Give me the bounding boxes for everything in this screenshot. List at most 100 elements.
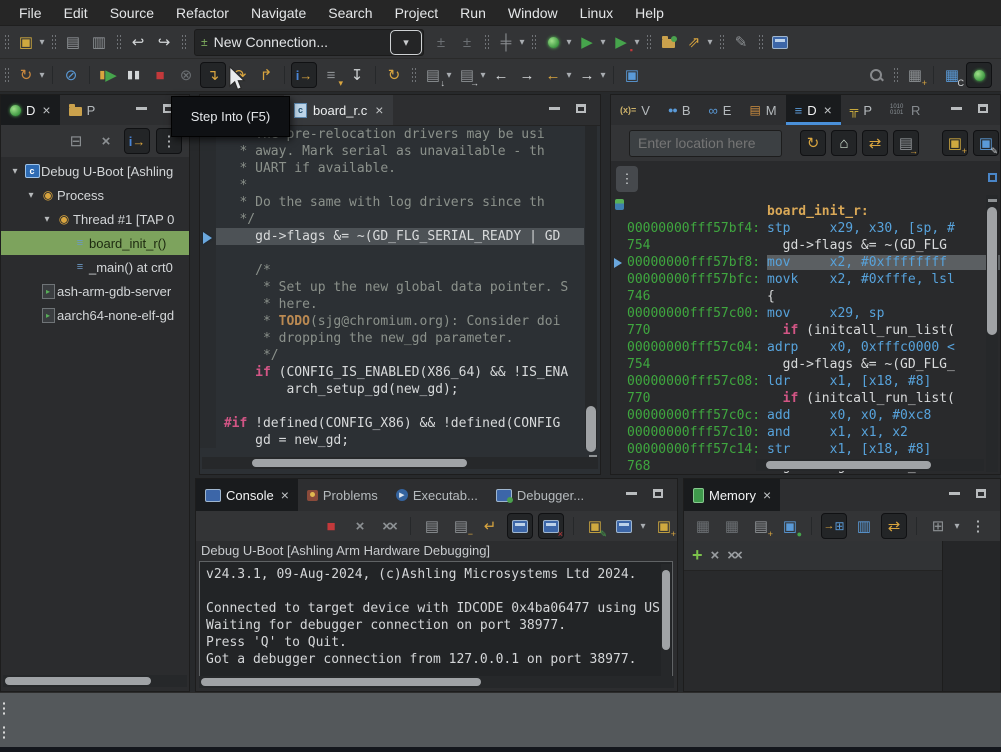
- chevron-down-icon[interactable]: ▾: [638, 521, 648, 532]
- editor-code-area[interactable]: * The pre-relocation drivers may be usi …: [216, 126, 584, 448]
- view-menu-button[interactable]: ⋮: [966, 514, 990, 538]
- scroll-thumb[interactable]: [252, 459, 467, 467]
- scroll-thumb[interactable]: [766, 461, 931, 469]
- instruction-stepping-view-toggle[interactable]: i→: [124, 128, 150, 154]
- right-tab-v[interactable]: (x)=V: [611, 95, 659, 125]
- display-selected-console-button[interactable]: [612, 514, 636, 538]
- disassembly-hscrollbar[interactable]: [756, 459, 984, 471]
- chevron-down-icon[interactable]: ▾: [478, 70, 488, 81]
- step-return-button[interactable]: ↱: [254, 63, 278, 87]
- terminate-button[interactable]: ■: [319, 514, 343, 538]
- disassembly-label-row[interactable]: board_init_r:: [611, 203, 1000, 220]
- minimize-icon[interactable]: [988, 199, 997, 202]
- skip-all-breakpoints-button[interactable]: ⊘: [59, 63, 83, 87]
- new-wizard-button[interactable]: ▣: [14, 30, 38, 54]
- drop-to-frame-button[interactable]: ↧: [345, 63, 369, 87]
- disassembly-row[interactable]: 00000000fff57bfc:movk x2, #0xfffe, lsl: [611, 271, 1000, 288]
- load-symbols-button[interactable]: ▤↓: [421, 63, 445, 87]
- console-tab-console[interactable]: Console×: [196, 479, 298, 511]
- refresh-debug-views-button[interactable]: ↻: [382, 63, 406, 87]
- debug-perspective-button[interactable]: [966, 62, 992, 88]
- instruction-stepping-toggle[interactable]: i→: [291, 62, 317, 88]
- minimize-icon[interactable]: [951, 107, 962, 110]
- disassembly-content[interactable]: board_init_r:00000000fff57bf4:stp x29, x…: [611, 161, 1000, 474]
- editor-tab-board-r-c[interactable]: c board_r.c ×: [284, 95, 393, 125]
- toolbar-grip[interactable]: [4, 67, 9, 83]
- last-edit-location-button[interactable]: ←: [489, 63, 513, 87]
- undo-button[interactable]: ↩: [126, 30, 150, 54]
- menu-edit[interactable]: Edit: [53, 0, 99, 26]
- disassembly-row[interactable]: 00000000fff57c04:adrp x0, 0xfffc0000 <: [611, 339, 1000, 356]
- save-button[interactable]: ▤: [61, 30, 85, 54]
- open-console-settings-button[interactable]: ▣✎: [583, 514, 607, 538]
- console-hscrollbar[interactable]: [199, 676, 674, 688]
- editor-hscrollbar[interactable]: [202, 457, 598, 469]
- collapse-all-button[interactable]: ⊟: [64, 129, 88, 153]
- disassembly-vscrollbar[interactable]: [986, 195, 998, 472]
- profile-button[interactable]: ▶▪: [609, 30, 633, 54]
- toolbar-grip[interactable]: [758, 34, 763, 50]
- right-tab-b[interactable]: ●●B: [659, 95, 700, 125]
- new-view-button[interactable]: ▣+: [942, 130, 968, 156]
- search-button[interactable]: [864, 63, 888, 87]
- chevron-down-icon[interactable]: ▾: [705, 37, 715, 48]
- tree-item-process[interactable]: ▾◉Process: [1, 183, 189, 207]
- right-tab-r[interactable]: 10100101R: [881, 95, 929, 125]
- disassembly-row[interactable]: 754 gd->flags &= ~(GD_FLG: [611, 237, 1000, 254]
- menu-file[interactable]: File: [8, 0, 53, 26]
- chevron-down-icon[interactable]: ▾: [598, 70, 608, 81]
- scroll-thumb[interactable]: [662, 570, 670, 650]
- toolbar-grip[interactable]: [116, 34, 121, 50]
- restart-button[interactable]: ↻: [14, 63, 38, 87]
- resume-button[interactable]: ▮▶: [96, 63, 120, 87]
- console-output[interactable]: v24.3.1, 09-Aug-2024, (c)Ashling Microsy…: [199, 561, 673, 681]
- disassembly-row[interactable]: 746{: [611, 288, 1000, 305]
- menu-help[interactable]: Help: [624, 0, 675, 26]
- chevron-down-icon[interactable]: ▾: [444, 70, 454, 81]
- disassembly-row[interactable]: 00000000fff57bf8:mov x2, #0xffffffff: [611, 254, 1000, 271]
- menu-search[interactable]: Search: [317, 0, 383, 26]
- pin-editor-button[interactable]: ▣: [620, 63, 644, 87]
- right-tab-e[interactable]: ∞E: [699, 95, 740, 125]
- console-tab-problems[interactable]: Problems: [298, 479, 387, 511]
- link-memory-rendering-button[interactable]: ⇄: [881, 513, 907, 539]
- menu-run[interactable]: Run: [449, 0, 497, 26]
- refresh-view-button[interactable]: ↻: [800, 130, 826, 156]
- toolbar-grip[interactable]: [893, 67, 898, 83]
- close-icon[interactable]: ×: [42, 102, 50, 118]
- debug-button[interactable]: [541, 30, 565, 54]
- terminate-button[interactable]: ■: [148, 63, 172, 87]
- trim-grip[interactable]: [2, 701, 7, 716]
- toolbar-grip[interactable]: [51, 34, 56, 50]
- remove-all-terminated-button[interactable]: ×: [94, 129, 118, 153]
- pin-console-button[interactable]: [507, 513, 533, 539]
- close-icon[interactable]: ×: [824, 102, 832, 118]
- minimize-icon[interactable]: [136, 107, 147, 110]
- menu-refactor[interactable]: Refactor: [165, 0, 240, 26]
- toolbar-grip[interactable]: [181, 34, 186, 50]
- chevron-down-icon[interactable]: ▾: [37, 37, 47, 48]
- annotation-brush-button[interactable]: ✎: [729, 30, 753, 54]
- open-debug-config-button[interactable]: [656, 30, 680, 54]
- add-memory-monitor-button[interactable]: +: [692, 545, 703, 566]
- open-console-button[interactable]: ▣+: [652, 514, 676, 538]
- restore-icon[interactable]: [988, 173, 997, 182]
- duplicate-connection-button[interactable]: ±: [455, 30, 479, 54]
- trim-grip[interactable]: [2, 725, 7, 740]
- menu-navigate[interactable]: Navigate: [240, 0, 317, 26]
- disassembly-row[interactable]: 00000000fff57c0c:add x0, x0, #0xc8: [611, 407, 1000, 424]
- forward-button[interactable]: →: [575, 63, 599, 87]
- menu-linux[interactable]: Linux: [569, 0, 624, 26]
- debug-hscrollbar[interactable]: [3, 675, 187, 687]
- chevron-down-icon[interactable]: ▾: [598, 37, 608, 48]
- right-tab-d[interactable]: ≡D×: [786, 95, 841, 125]
- disassembly-row[interactable]: 770 if (initcall_run_list(: [611, 390, 1000, 407]
- console-vscrollbar[interactable]: [661, 564, 671, 678]
- redo-button[interactable]: ↪: [152, 30, 176, 54]
- location-combo[interactable]: ▾: [629, 130, 782, 157]
- launch-bar-combo[interactable]: ± New Connection... ▾: [194, 29, 424, 56]
- external-tools-button[interactable]: ⇗: [682, 30, 706, 54]
- menu-project[interactable]: Project: [384, 0, 450, 26]
- tree-item-debug-u-boot-ashling[interactable]: ▾cDebug U-Boot [Ashling: [1, 159, 189, 183]
- chevron-down-icon[interactable]: ▾: [517, 37, 527, 48]
